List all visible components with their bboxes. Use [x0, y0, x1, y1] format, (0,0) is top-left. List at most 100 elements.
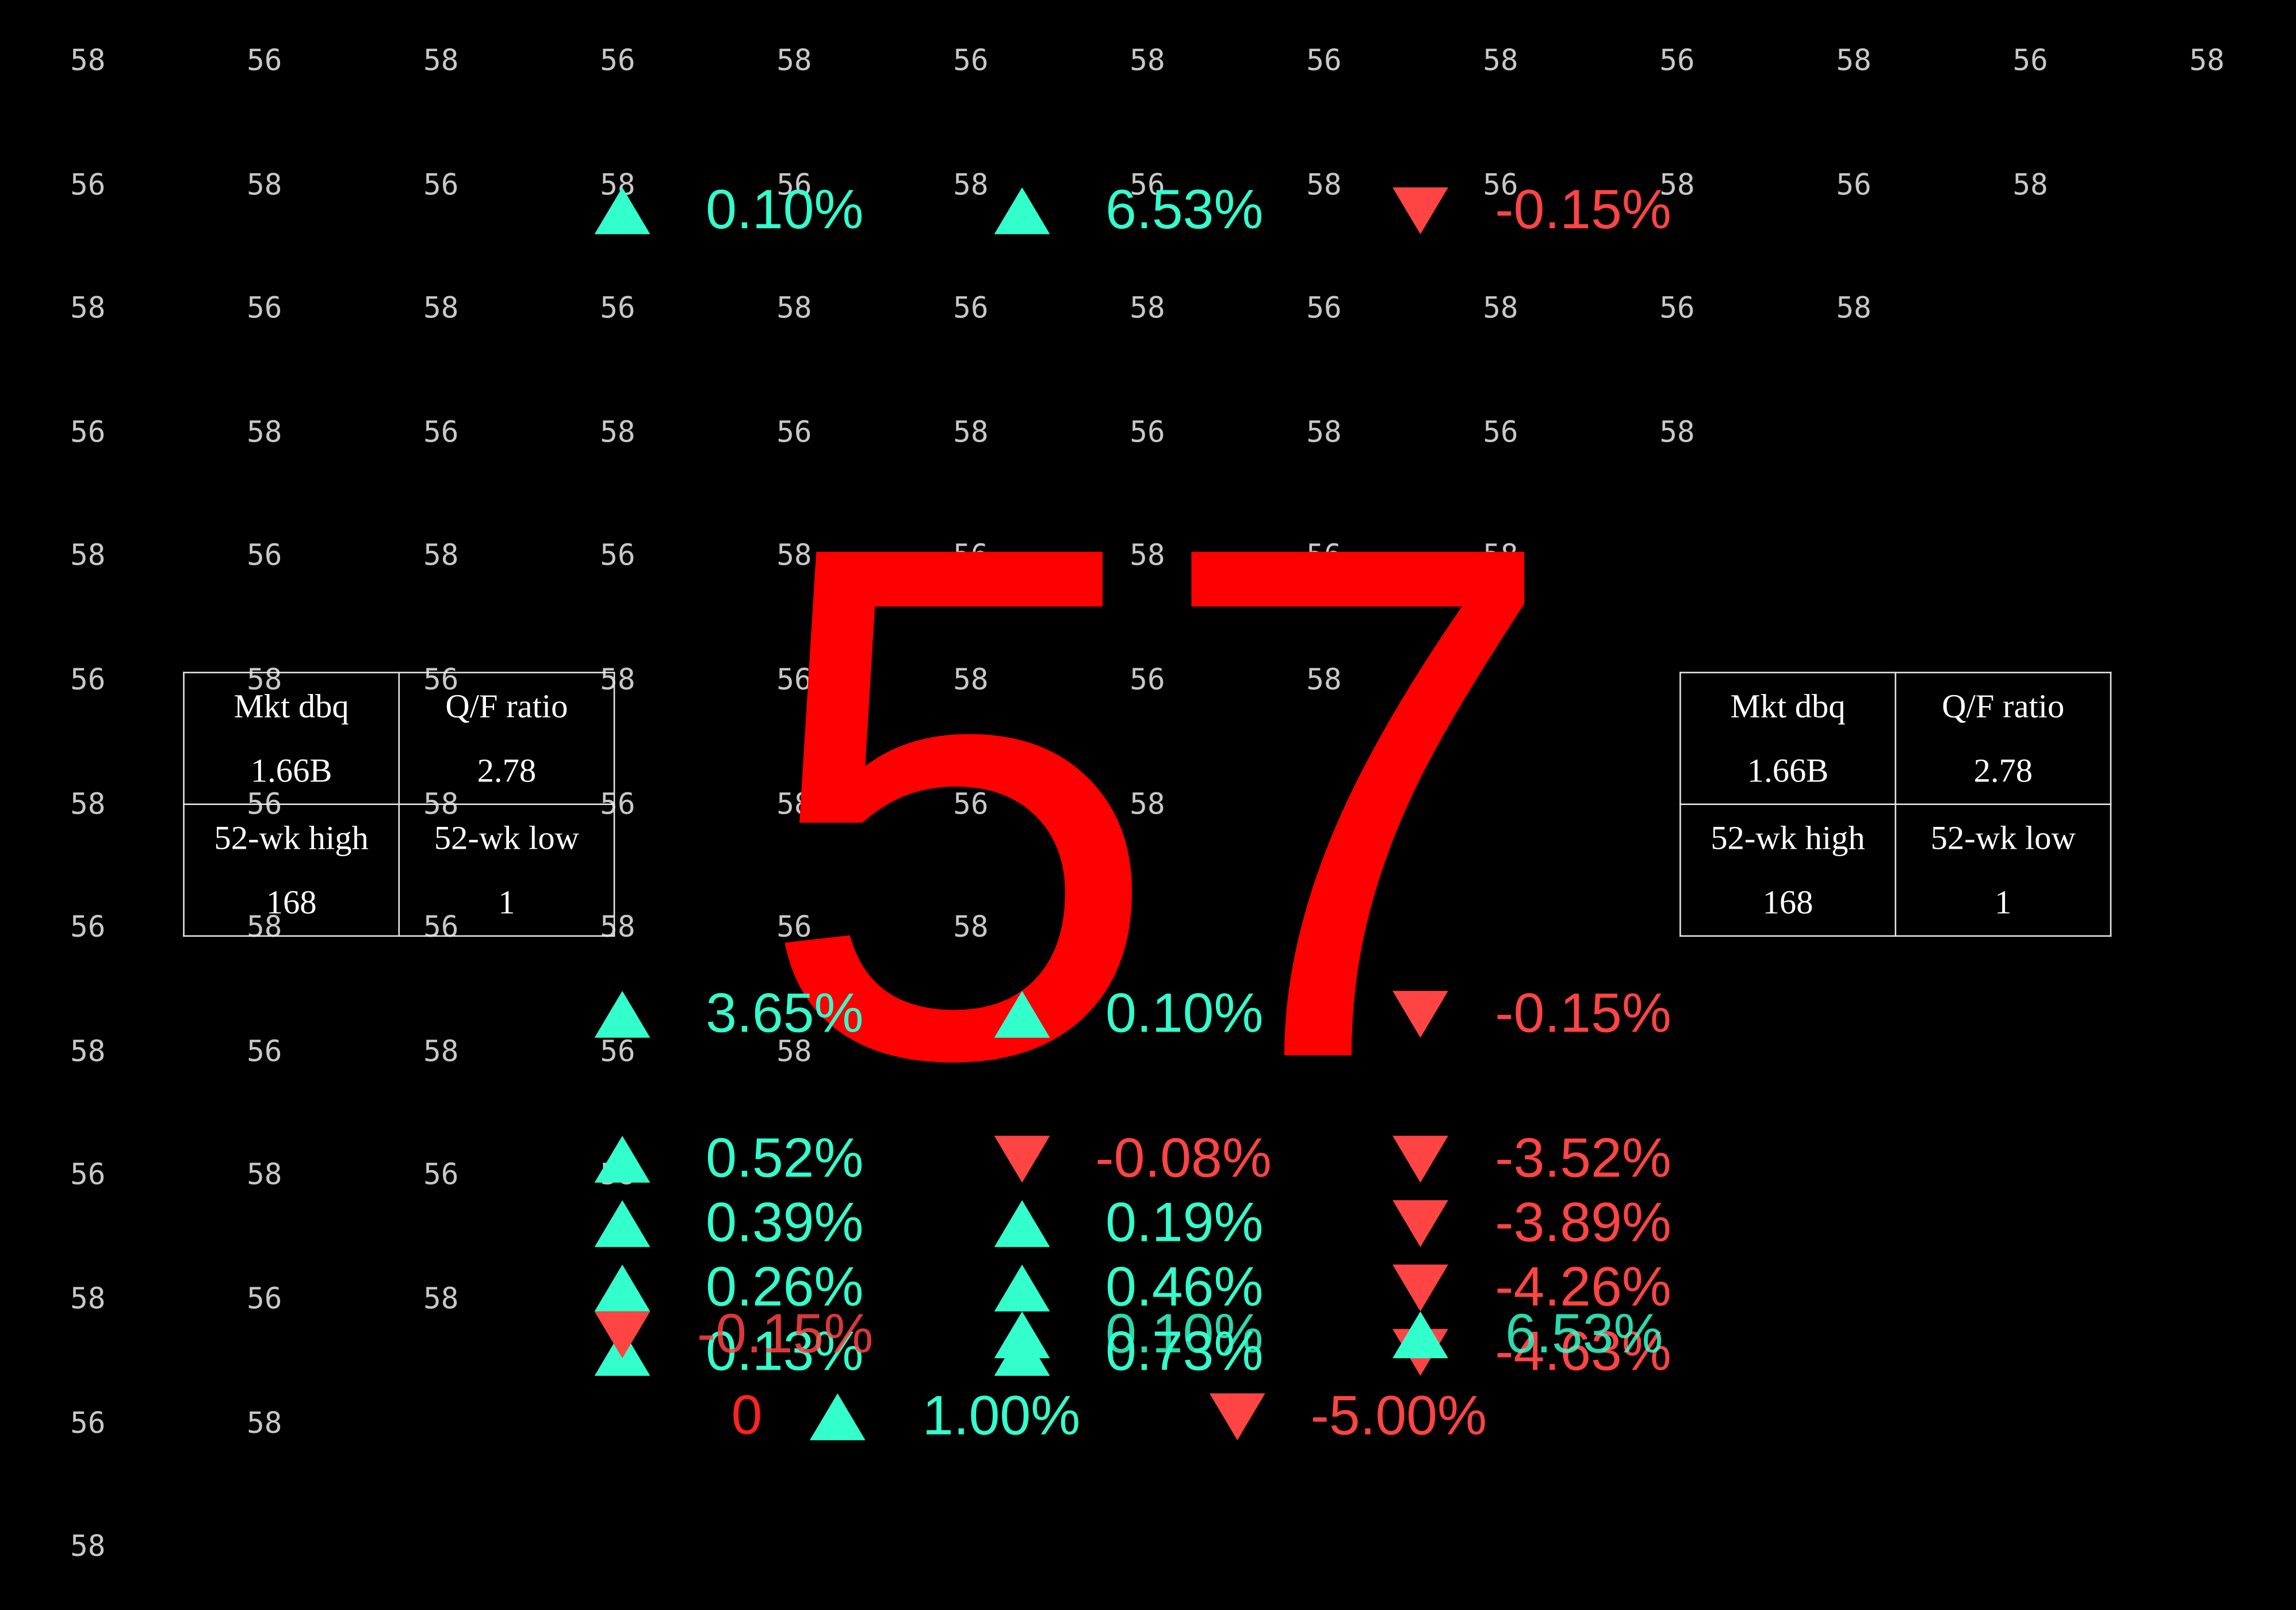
grid-number: 56 [423, 1156, 459, 1192]
market-cap-value: 1.66B [1747, 752, 1829, 788]
percent-change: 0.10% [706, 180, 864, 241]
percent-change: 3.65% [706, 983, 864, 1045]
percent-change: 0.39% [706, 1193, 864, 1255]
down-arrow-icon [994, 1136, 1050, 1183]
week-low-value: 1 [1995, 883, 2012, 920]
up-arrow-icon [994, 1200, 1050, 1247]
grid-number: 56 [70, 413, 106, 449]
market-cap-cell: Mkt dbq 1.66B [183, 672, 400, 805]
percent-change: -3.89% [1495, 1193, 1671, 1255]
percent-change: 1.00% [922, 1386, 1081, 1448]
grid-number: 58 [423, 1281, 459, 1316]
percent-change: -0.08% [1095, 1128, 1272, 1190]
grid-number: 58 [247, 166, 282, 202]
up-arrow-icon [994, 1264, 1050, 1312]
grid-number: 58 [423, 538, 459, 573]
up-arrow-icon [994, 1311, 1050, 1359]
percent-change: 0.19% [1105, 1193, 1264, 1255]
grid-number: 58 [70, 290, 106, 325]
grid-number: 58 [423, 1033, 459, 1068]
down-arrow-icon [1209, 1393, 1265, 1440]
grid-number: 58 [423, 42, 459, 78]
qf-ratio-label: Q/F ratio [1942, 687, 2065, 724]
grid-number: 58 [423, 290, 459, 325]
grid-number: 58 [1306, 166, 1342, 202]
grid-number: 56 [1306, 42, 1342, 78]
grid-number: 56 [247, 538, 282, 573]
grid-number: 58 [1130, 42, 1165, 78]
market-cap-value: 1.66B [250, 752, 332, 788]
grid-number: 58 [247, 1156, 282, 1192]
ticker-canvas: 58 56 58 56 58 56 58 56 58 56 58 56 58 56 58 56 58 56 58 56… [0, 0, 2296, 1610]
percent-change: -0.15% [697, 1304, 874, 1366]
week-high-value: 168 [1762, 883, 1813, 920]
percent-change: 6.53% [1505, 1304, 1663, 1366]
grid-number: 58 [776, 42, 812, 78]
up-arrow-icon [594, 1264, 650, 1312]
grid-number: 56 [600, 1033, 636, 1068]
qf-ratio-cell: Q/F ratio 2.78 [398, 672, 615, 805]
percent-change: -3.52% [1495, 1128, 1671, 1190]
grid-number: 56 [953, 290, 989, 325]
grid-number: 56 [70, 909, 106, 945]
percent-change: -0.15% [1495, 180, 1671, 241]
grid-number: 56 [247, 42, 282, 78]
grid-number: 56 [1659, 290, 1695, 325]
grid-number: 58 [70, 785, 106, 821]
week-high-cell: 52-wk high 168 [183, 803, 400, 937]
grid-number: 58 [953, 166, 989, 202]
qf-ratio-cell: Q/F ratio 2.78 [1895, 672, 2112, 805]
grid-number: 56 [423, 413, 459, 449]
percent-change: 0.10% [1105, 1304, 1264, 1366]
grid-number: 58 [1483, 290, 1518, 325]
grid-number: 58 [1836, 290, 1872, 325]
grid-number: 56 [70, 661, 106, 697]
qf-ratio-label: Q/F ratio [445, 687, 568, 724]
grid-number: 56 [247, 1033, 282, 1068]
grid-number: 56 [423, 166, 459, 202]
percent-change: -0.15% [1495, 983, 1671, 1045]
grid-number: 56 [247, 290, 282, 325]
grid-number: 56 [600, 290, 636, 325]
grid-number: 58 [776, 290, 812, 325]
qf-ratio-value: 2.78 [477, 752, 537, 788]
grid-number: 58 [70, 42, 106, 78]
down-arrow-icon [1392, 187, 1448, 235]
down-arrow-icon [1392, 1200, 1448, 1247]
down-arrow-icon [1392, 1264, 1448, 1312]
percent-change: 0.52% [706, 1128, 864, 1190]
percent-change: 6.53% [1105, 180, 1264, 241]
grid-number: 56 [600, 42, 636, 78]
grid-number: 58 [600, 413, 636, 449]
up-arrow-icon [994, 187, 1050, 235]
up-arrow-icon [1392, 1311, 1448, 1359]
grid-number: 58 [1659, 413, 1695, 449]
percent-change: -5.00% [1310, 1386, 1487, 1448]
grid-number: 58 [70, 538, 106, 573]
grid-number: 58 [70, 1281, 106, 1316]
grid-number: 56 [70, 166, 106, 202]
grid-number: 56 [247, 1281, 282, 1316]
grid-number: 58 [247, 1404, 282, 1440]
up-arrow-icon [594, 1200, 650, 1247]
up-arrow-icon [594, 1136, 650, 1183]
down-arrow-icon [1392, 991, 1448, 1038]
week-high-label: 52-wk high [1710, 819, 1865, 856]
market-cap-label: Mkt dbq [1730, 687, 1846, 724]
grid-number: 56 [600, 538, 636, 573]
grid-number: 58 [2012, 166, 2048, 202]
grid-number: 56 [2012, 42, 2048, 78]
grid-number: 56 [70, 1404, 106, 1440]
grid-number: 56 [953, 42, 989, 78]
week-low-cell: 52-wk low 1 [1895, 803, 2112, 937]
grid-number: 56 [70, 1156, 106, 1192]
grid-number: 56 [1836, 166, 1872, 202]
market-cap-label: Mkt dbq [234, 687, 349, 724]
grid-number: 58 [2189, 42, 2225, 78]
week-low-value: 1 [498, 883, 515, 920]
qf-ratio-value: 2.78 [1973, 752, 2033, 788]
grid-number: 58 [70, 1033, 106, 1068]
grid-number: 58 [1483, 42, 1518, 78]
week-low-label: 52-wk low [434, 819, 579, 856]
grid-number: 58 [1836, 42, 1872, 78]
